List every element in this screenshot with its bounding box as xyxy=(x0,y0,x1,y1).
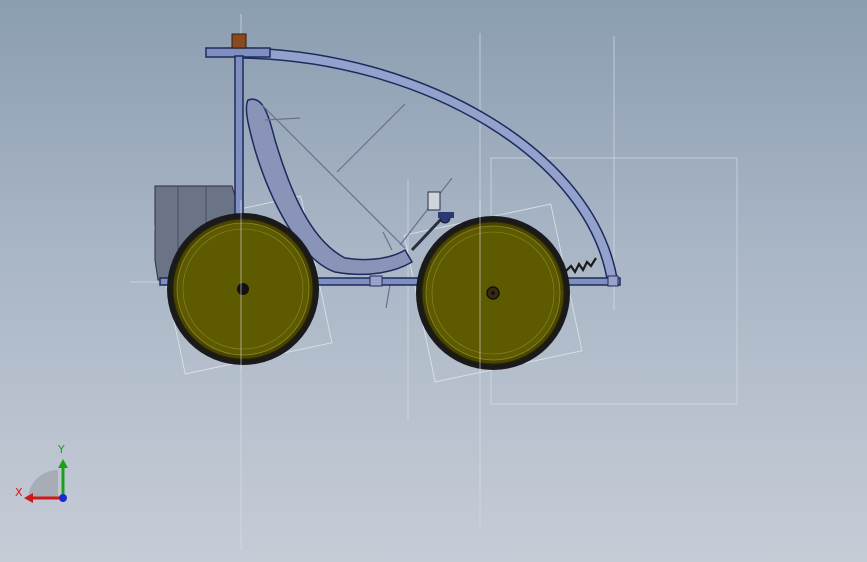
front-suspension[interactable] xyxy=(564,257,597,275)
axis-triad[interactable] xyxy=(24,459,68,503)
front-wheel[interactable] xyxy=(416,216,570,370)
x-axis-label: X xyxy=(15,486,23,499)
z-axis-dot xyxy=(59,494,67,502)
rear-wheel[interactable] xyxy=(167,213,319,365)
mast-cap xyxy=(231,33,247,49)
y-axis-label: Y xyxy=(58,443,65,456)
vehicle-model-canvas[interactable] xyxy=(0,0,867,562)
cad-viewport[interactable]: X Y xyxy=(0,0,867,562)
steering-head xyxy=(427,191,441,211)
rear-wheel-hub xyxy=(237,283,249,295)
